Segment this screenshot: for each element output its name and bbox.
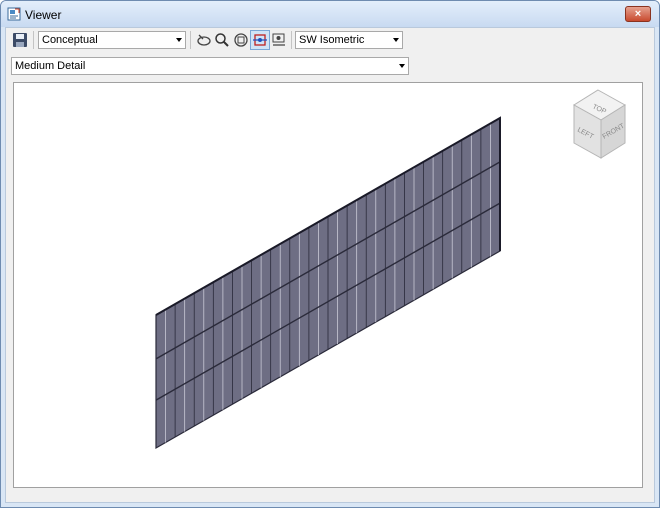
chevron-down-icon	[176, 38, 182, 42]
viewer-app-icon	[7, 7, 21, 21]
detail-level-value: Medium Detail	[15, 60, 86, 72]
view-orientation-value: SW Isometric	[299, 34, 365, 46]
camera-settings-icon[interactable]	[270, 31, 288, 49]
toolbar-separator	[190, 31, 191, 49]
view-orientation-select[interactable]: SW Isometric	[295, 31, 403, 49]
zoom-extents-icon[interactable]	[232, 31, 250, 49]
viewer-client-area: Conceptual SW Isometric Medium Detail TO…	[5, 27, 655, 503]
close-icon: ×	[634, 8, 642, 20]
orbit-icon[interactable]	[195, 31, 213, 49]
viewcube[interactable]: TOP LEFT FRONT	[573, 89, 627, 159]
close-button[interactable]: ×	[625, 6, 651, 22]
title-bar[interactable]: Viewer ×	[1, 1, 659, 27]
zoom-icon[interactable]	[213, 31, 231, 49]
save-icon[interactable]	[11, 31, 29, 49]
section-box-icon[interactable]	[250, 30, 270, 50]
chevron-down-icon	[393, 38, 399, 42]
viewer-window: Viewer × Conceptual SW Isometric Medium …	[0, 0, 660, 508]
visual-style-value: Conceptual	[42, 34, 98, 46]
chevron-down-icon	[399, 64, 405, 68]
visual-style-select[interactable]: Conceptual	[38, 31, 186, 49]
detail-level-select[interactable]: Medium Detail	[11, 57, 409, 75]
toolbar-separator	[291, 31, 292, 49]
toolbar: Conceptual SW Isometric	[6, 28, 654, 52]
model-canvas[interactable]: TOP LEFT FRONT	[14, 83, 642, 487]
toolbar-separator	[33, 31, 34, 49]
window-title: Viewer	[25, 8, 62, 22]
3d-viewport[interactable]: TOP LEFT FRONT	[13, 82, 643, 488]
